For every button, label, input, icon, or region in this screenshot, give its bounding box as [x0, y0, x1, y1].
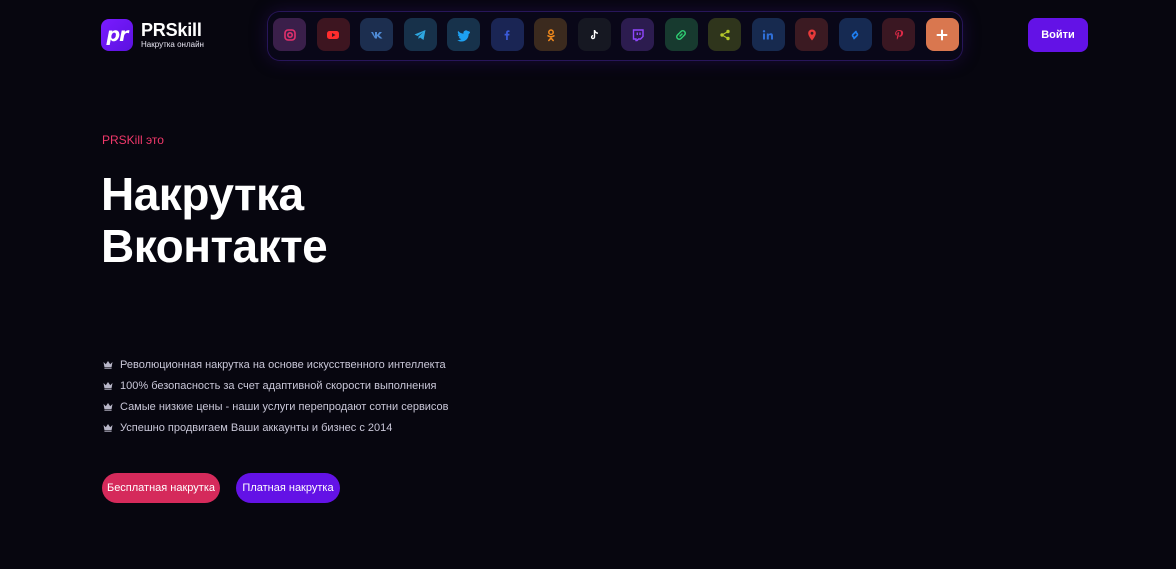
odnoklassniki-icon: [546, 28, 555, 41]
social-more[interactable]: [925, 18, 959, 51]
logo-mark: pr: [101, 19, 133, 51]
telegram-icon: [414, 29, 426, 40]
twitch-icon: [632, 28, 644, 41]
paid-boost-button[interactable]: Платная накрутка: [236, 473, 340, 503]
social-twitter[interactable]: [447, 18, 480, 51]
social-facebook[interactable]: [490, 18, 524, 51]
social-link[interactable]: [664, 18, 698, 51]
logo-name: PRSkill: [141, 20, 202, 40]
pinterest-icon: [894, 29, 903, 40]
vk-icon: [370, 31, 382, 38]
social-shazam[interactable]: [838, 18, 872, 51]
logo[interactable]: pr PRSkill Накрутка онлайн: [101, 19, 204, 51]
hero-eyebrow: PRSKill это: [102, 133, 164, 147]
page-title-line-1: Накрутка: [101, 168, 304, 220]
social-pinterest[interactable]: [882, 18, 915, 51]
feature-item: Революционная накрутка на основе искусст…: [103, 354, 449, 375]
free-boost-button[interactable]: Бесплатная накрутка: [102, 473, 220, 503]
feature-item: Самые низкие цены - наши услуги перепрод…: [103, 396, 449, 417]
share-icon: [719, 29, 730, 40]
youtube-icon: [327, 30, 339, 39]
feature-item: Успешно продвигаем Ваши аккаунты и бизне…: [103, 417, 449, 438]
social-instagram[interactable]: [273, 18, 306, 51]
feature-item: 100% безопасность за счет адаптивной ско…: [103, 375, 449, 396]
social-twitch[interactable]: [621, 18, 654, 51]
crown-icon: [103, 382, 113, 390]
tiktok-icon: [590, 29, 598, 39]
login-button[interactable]: Войти: [1028, 18, 1088, 52]
page-title: Накрутка Вконтакте: [101, 168, 328, 272]
feature-text: Успешно продвигаем Ваши аккаунты и бизне…: [120, 421, 393, 434]
feature-text: Самые низкие цены - наши услуги перепрод…: [120, 400, 449, 413]
feature-text: Революционная накрутка на основе искусст…: [120, 358, 446, 371]
logo-tagline: Накрутка онлайн: [141, 40, 204, 49]
social-list: [273, 18, 959, 51]
instagram-icon: [283, 28, 296, 41]
social-maps[interactable]: [795, 18, 828, 51]
crown-icon: [103, 424, 113, 432]
page-title-line-2: Вконтакте: [101, 220, 328, 272]
social-tiktok[interactable]: [577, 18, 611, 51]
social-youtube[interactable]: [316, 18, 350, 51]
plus-icon: [936, 29, 948, 40]
crown-icon: [103, 361, 113, 369]
social-odnoklassniki[interactable]: [534, 18, 567, 51]
social-share[interactable]: [708, 18, 741, 51]
facebook-icon: [504, 29, 510, 40]
social-linkedin[interactable]: [751, 18, 785, 51]
map-pin-icon: [807, 29, 816, 40]
page: pr PRSkill Накрутка онлайн Войти PRSKill…: [0, 0, 1176, 569]
social-vk[interactable]: [360, 18, 393, 51]
shazam-icon: [851, 30, 859, 39]
crown-icon: [103, 403, 113, 411]
logo-text: PRSkill Накрутка онлайн: [141, 21, 204, 49]
feature-list: Революционная накрутка на основе искусст…: [103, 354, 449, 438]
social-telegram[interactable]: [403, 18, 437, 51]
feature-text: 100% безопасность за счет адаптивной ско…: [120, 379, 437, 392]
linkedin-icon: [762, 29, 773, 39]
twitter-icon: [456, 29, 470, 41]
link-icon: [676, 29, 686, 40]
